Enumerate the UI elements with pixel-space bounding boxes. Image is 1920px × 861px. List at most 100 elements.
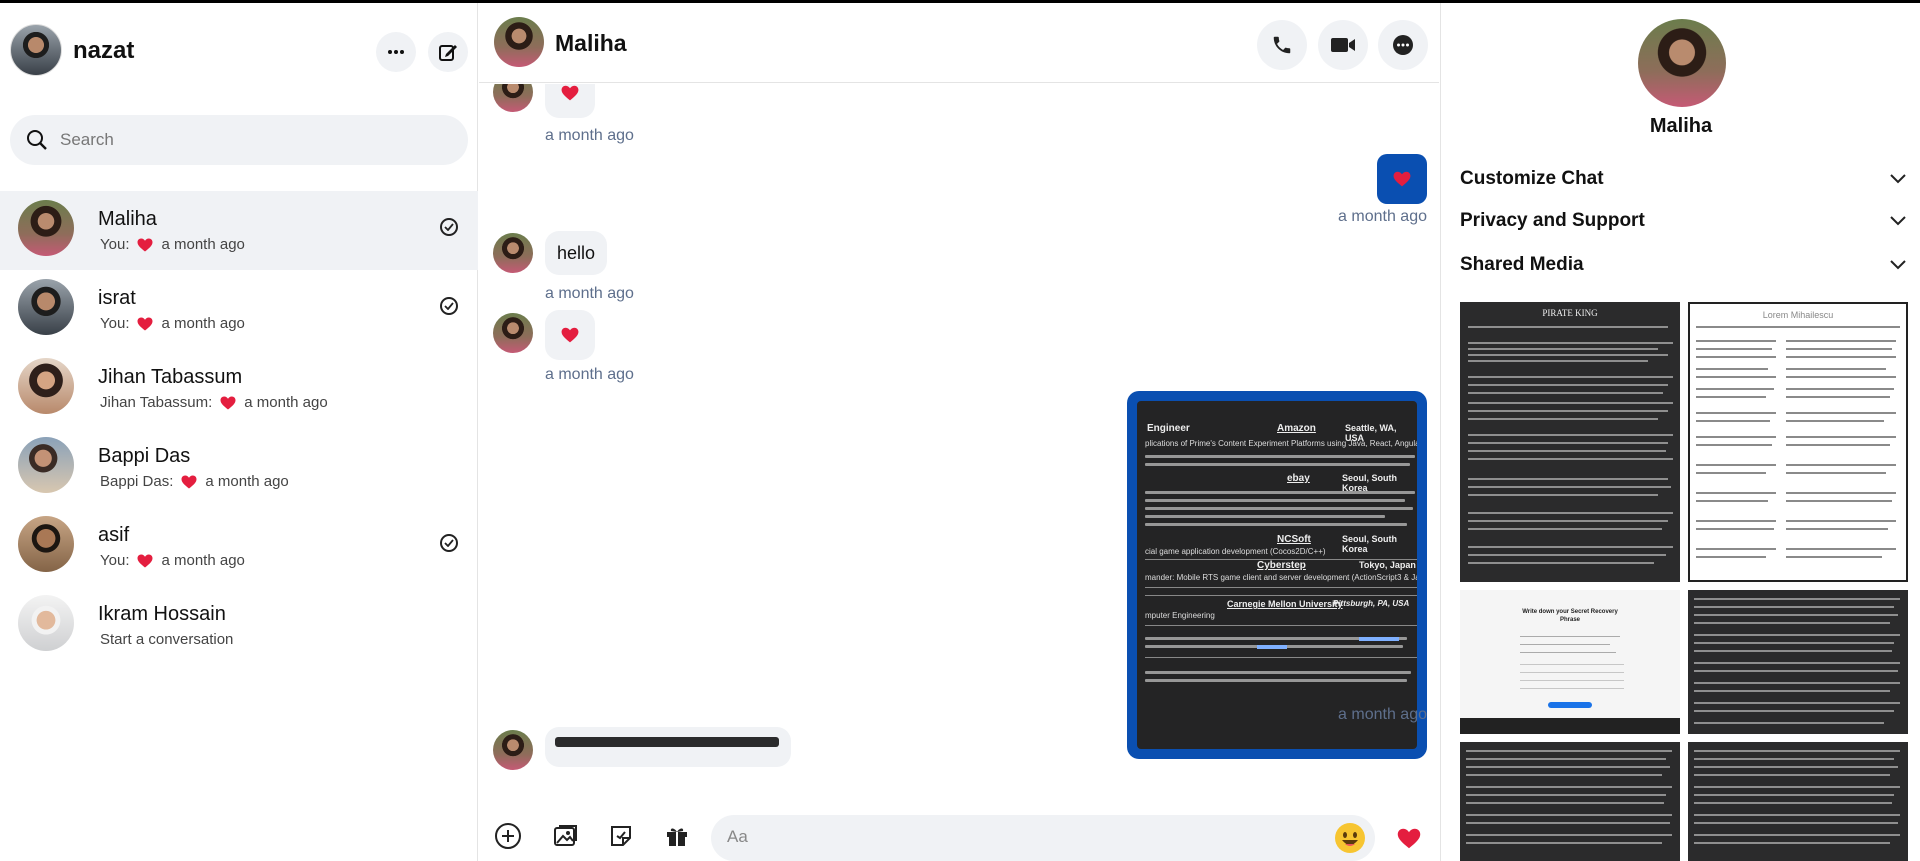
doc-line: plications of Prime's Content Experiment… xyxy=(1145,439,1417,448)
avatar xyxy=(18,279,74,335)
doc-line: Pittsburgh, PA, USA xyxy=(1333,599,1410,608)
gift-icon xyxy=(667,828,687,846)
voice-call-button[interactable] xyxy=(1257,20,1307,70)
search-bar[interactable] xyxy=(10,115,468,165)
heart-icon xyxy=(561,327,579,343)
sticker-button[interactable] xyxy=(606,821,636,851)
gift-button[interactable] xyxy=(662,821,692,851)
send-heart-button[interactable] xyxy=(1394,823,1424,853)
heart-message[interactable] xyxy=(545,84,595,118)
section-title: Shared Media xyxy=(1460,254,1584,275)
compose-icon xyxy=(439,45,457,61)
chevron-down-icon xyxy=(1890,216,1906,226)
conversation-preview: You: a month ago xyxy=(100,315,245,332)
resume-screenshot: Engineer Amazon Seattle, WA, USA plicati… xyxy=(1137,401,1417,749)
sender-avatar xyxy=(493,233,533,273)
shared-media-item[interactable] xyxy=(1688,742,1908,861)
search-icon xyxy=(27,130,47,150)
shared-media-section[interactable]: Shared Media xyxy=(1460,250,1906,280)
conversation-item-israt[interactable]: israt You: a month ago xyxy=(0,270,478,349)
doc-line: Amazon xyxy=(1277,423,1316,434)
profile-avatar[interactable] xyxy=(1638,19,1726,107)
conversation-item-ikram-hossain[interactable]: Ikram Hossain Start a conversation xyxy=(0,586,478,665)
plus-circle-icon xyxy=(495,823,521,849)
chevron-down-icon xyxy=(1890,260,1906,270)
preview-time: a month ago xyxy=(161,315,245,332)
message-input[interactable] xyxy=(727,827,1287,847)
preview-sender: You: xyxy=(100,552,130,569)
text-message[interactable]: hello xyxy=(545,231,607,275)
avatar xyxy=(18,595,74,651)
conversation-info-button[interactable] xyxy=(1378,20,1428,70)
heart-icon xyxy=(137,554,153,567)
conversation-name: Jihan Tabassum xyxy=(98,366,243,388)
heart-icon xyxy=(137,317,153,330)
message-composer xyxy=(479,811,1439,861)
conversation-name: asif xyxy=(98,524,130,546)
conversation-preview: You: a month ago xyxy=(100,236,245,253)
sender-avatar xyxy=(493,730,533,770)
read-check-icon xyxy=(440,218,458,236)
thumb-title: Lorem Mihailescu xyxy=(1762,310,1834,320)
read-check-icon xyxy=(440,297,458,315)
username: nazat xyxy=(73,37,135,64)
contact-avatar[interactable] xyxy=(494,17,544,67)
heart-icon xyxy=(137,238,153,251)
conversation-sidebar: nazat Maliha You: a month ago xyxy=(0,3,478,861)
customize-chat-section[interactable]: Customize Chat xyxy=(1460,164,1906,194)
video-camera-icon xyxy=(1331,38,1355,52)
conversation-item-jihan-tabassum[interactable]: Jihan Tabassum Jihan Tabassum: a month a… xyxy=(0,349,478,428)
conversation-preview: Start a conversation xyxy=(100,631,233,648)
image-message[interactable] xyxy=(545,727,791,767)
conversation-preview: Jihan Tabassum: a month ago xyxy=(100,394,328,411)
outgoing-heart-message[interactable] xyxy=(1377,154,1427,204)
add-attachment-button[interactable] xyxy=(493,821,523,851)
more-options-button[interactable] xyxy=(376,32,416,72)
video-call-button[interactable] xyxy=(1318,20,1368,70)
doc-line: cial game application development (Cocos… xyxy=(1145,547,1326,556)
shared-media-item[interactable] xyxy=(1460,742,1680,861)
shared-media-item[interactable] xyxy=(1688,590,1908,734)
doc-line: mputer Engineering xyxy=(1145,611,1215,620)
doc-line: Seoul, South Korea xyxy=(1342,534,1397,554)
sticker-icon xyxy=(611,826,631,846)
heart-icon xyxy=(1393,171,1411,187)
phone-icon xyxy=(1273,36,1291,54)
conversation-name: Bappi Das xyxy=(98,445,191,467)
image-icon xyxy=(554,825,577,846)
search-input[interactable] xyxy=(60,130,440,150)
emoji-picker-button[interactable] xyxy=(1335,823,1365,853)
preview-time: a month ago xyxy=(244,394,328,411)
conversation-item-asif[interactable]: asif You: a month ago xyxy=(0,507,478,586)
shared-media-grid: PIRATE KING Lorem Mihailescu Write down … xyxy=(1460,302,1920,861)
heart-icon xyxy=(220,396,236,409)
user-avatar[interactable] xyxy=(10,24,62,76)
doc-line: Tokyo, Japan xyxy=(1359,560,1416,570)
chat-header: Maliha xyxy=(479,3,1439,83)
conversation-item-bappi-das[interactable]: Bappi Das Bappi Das: a month ago xyxy=(0,428,478,507)
shared-media-item[interactable]: Lorem Mihailescu xyxy=(1688,302,1908,582)
shared-media-item[interactable]: PIRATE KING xyxy=(1460,302,1680,582)
preview-sender: Bappi Das: xyxy=(100,473,174,490)
doc-line: Engineer xyxy=(1147,423,1190,434)
message-time: a month ago xyxy=(545,285,634,302)
privacy-support-section[interactable]: Privacy and Support xyxy=(1460,206,1906,236)
preview-time: a month ago xyxy=(161,552,245,569)
shared-media-item[interactable]: Write down your Secret Recovery Phrase xyxy=(1460,590,1680,734)
conversation-item-maliha[interactable]: Maliha You: a month ago xyxy=(0,191,478,270)
photo-button[interactable] xyxy=(550,821,580,851)
new-message-button[interactable] xyxy=(428,32,468,72)
conversation-list: Maliha You: a month ago israt You: a mon… xyxy=(0,191,478,665)
heart-message[interactable] xyxy=(545,310,595,360)
conversation-details: Maliha Customize Chat Privacy and Suppor… xyxy=(1440,3,1920,861)
more-circle-icon xyxy=(1393,35,1413,55)
thumb-title: PIRATE KING xyxy=(1542,308,1598,318)
sender-avatar xyxy=(493,84,533,112)
message-time: a month ago xyxy=(545,127,634,144)
preview-sender: Jihan Tabassum: xyxy=(100,394,213,411)
message-time: a month ago xyxy=(545,366,634,383)
message-input-container[interactable] xyxy=(711,815,1375,861)
thumb-title: Write down your Secret Recovery Phrase xyxy=(1522,609,1618,623)
outgoing-image-message[interactable]: Engineer Amazon Seattle, WA, USA plicati… xyxy=(1127,391,1427,759)
doc-line: ebay xyxy=(1287,473,1310,484)
